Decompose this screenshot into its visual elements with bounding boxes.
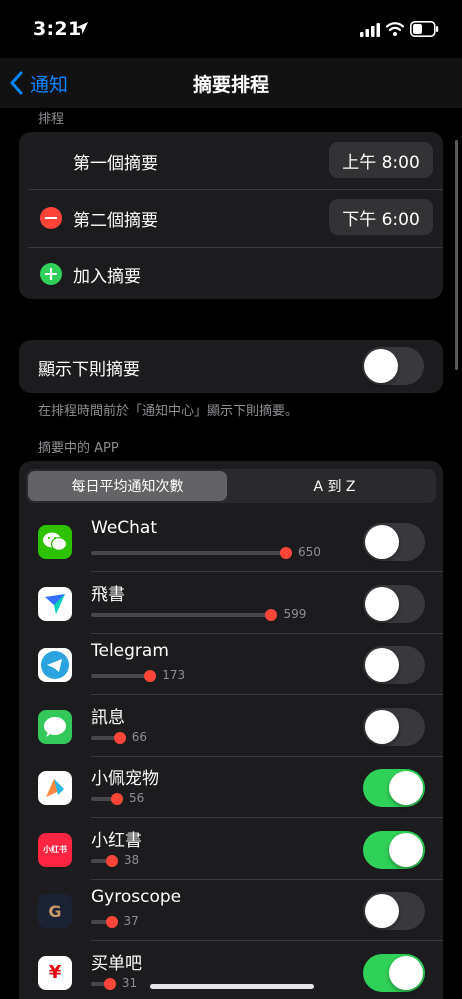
frequency-marker (280, 547, 292, 559)
next-summary-footnote: 在排程時間前於「通知中心」顯示下則摘要。 (38, 404, 299, 419)
second-summary-row: 第二個摘要 下午 6:00 (19, 190, 443, 247)
toggle-knob (365, 586, 399, 621)
wechat-icon (38, 525, 72, 559)
sort-segmented-control: 每日平均通知次數 A 到 Z (26, 469, 436, 503)
toggle-knob (365, 709, 399, 744)
home-indicator[interactable] (150, 984, 314, 989)
frequency-marker (105, 854, 118, 867)
toggle-knob (364, 349, 398, 383)
toggle-knob (389, 771, 423, 805)
app-summary-toggle[interactable] (363, 830, 425, 869)
status-bar: 3:21 (0, 0, 462, 58)
notification-count: 599 (283, 606, 307, 621)
feishu-icon (38, 586, 72, 621)
first-summary-label: 第一個摘要 (73, 154, 158, 174)
toggle-knob (389, 955, 423, 990)
toggle-knob (365, 894, 399, 928)
notification-count: 66 (131, 729, 148, 744)
frequency-marker (103, 977, 116, 990)
add-circle-icon (40, 263, 62, 285)
first-summary-row: 第一個摘要 上午 8:00 (19, 132, 443, 189)
app-summary-toggle[interactable] (363, 584, 425, 623)
next-summary-toggle[interactable] (362, 347, 424, 385)
notification-count: 173 (162, 668, 186, 682)
frequency-marker (265, 608, 278, 621)
app-name: 买单吧 (91, 953, 142, 974)
telegram-icon (38, 648, 72, 682)
next-summary-card: 顯示下則摘要 (19, 340, 443, 393)
frequency-marker (113, 731, 126, 744)
app-summary-toggle[interactable] (363, 707, 425, 746)
app-row: 小红书 小红書 38 (19, 819, 443, 880)
app-name: 小佩宠物 (91, 769, 159, 789)
battery-icon (410, 21, 439, 37)
app-row: 訊息 66 (19, 696, 443, 757)
app-name: Telegram (91, 641, 169, 661)
toggle-knob (389, 832, 423, 867)
xiaohongshu-icon: 小红书 (38, 832, 72, 867)
cellular-signal-icon (360, 23, 380, 37)
toggle-knob (365, 648, 399, 682)
app-summary-toggle[interactable] (363, 953, 425, 992)
second-summary-label: 第二個摘要 (73, 211, 158, 231)
notification-count: 650 (298, 545, 321, 559)
apps-section-label: 摘要中的 APP (38, 441, 119, 456)
notification-frequency-bar (91, 551, 290, 555)
notification-count: 38 (123, 852, 140, 867)
location-arrow-icon (76, 22, 88, 34)
app-row: 飛書 599 (19, 573, 443, 634)
page-title: 摘要排程 (192, 74, 269, 96)
frequency-marker (105, 916, 118, 928)
second-summary-time-button[interactable]: 下午 6:00 (329, 199, 433, 235)
app-row: G Gyroscope 37 (19, 880, 443, 941)
frequency-marker (144, 670, 157, 682)
next-summary-label: 顯示下則摘要 (38, 360, 140, 380)
app-summary-toggle[interactable] (363, 769, 425, 807)
notification-count: 56 (128, 791, 145, 805)
app-name: 小红書 (91, 830, 142, 851)
schedule-card: 第一個摘要 上午 8:00 第二個摘要 下午 6:00 加入摘要 (19, 132, 443, 299)
app-name: 訊息 (91, 707, 125, 728)
app-row: WeChat 650 (19, 511, 443, 572)
app-row: Telegram 173 (19, 634, 443, 695)
add-summary-row[interactable]: 加入摘要 (19, 248, 443, 299)
toggle-knob (365, 525, 399, 559)
apps-card: 每日平均通知次數 A 到 Z WeChat 650 飛書 599 Telegram 173… (19, 461, 443, 999)
sort-alphabetical-segment[interactable]: A 到 Z (235, 471, 434, 501)
notification-count: 31 (121, 975, 138, 990)
notification-count: 37 (123, 914, 139, 928)
app-summary-toggle[interactable] (363, 892, 425, 930)
app-name: WeChat (91, 518, 157, 538)
app-row: ¥ 买单吧 31 (19, 942, 443, 999)
petkit-icon (38, 771, 72, 805)
messages-icon (38, 709, 72, 744)
app-summary-toggle[interactable] (363, 646, 425, 684)
app-name: 飛書 (91, 584, 125, 605)
scrollbar[interactable] (455, 140, 458, 370)
settings-list[interactable]: 排程 第一個摘要 上午 8:00 第二個摘要 下午 6:00 加入摘要 顯示下則… (0, 108, 462, 999)
app-row: 小佩宠物 56 (19, 757, 443, 818)
sort-by-frequency-segment[interactable]: 每日平均通知次數 (28, 471, 227, 501)
remove-circle-icon[interactable] (40, 207, 62, 229)
notification-frequency-bar (91, 612, 276, 617)
navigation-bar: 通知 摘要排程 (0, 58, 462, 108)
gyroscope-icon: G (38, 894, 72, 928)
wifi-icon (386, 22, 404, 36)
schedule-section-label: 排程 (38, 112, 65, 127)
app-summary-toggle[interactable] (363, 523, 425, 561)
frequency-marker (110, 793, 123, 805)
add-summary-label: 加入摘要 (73, 267, 141, 287)
app-name: Gyroscope (91, 887, 182, 907)
first-summary-time-button[interactable]: 上午 8:00 (329, 142, 433, 178)
maidanba-icon: ¥ (38, 955, 72, 990)
